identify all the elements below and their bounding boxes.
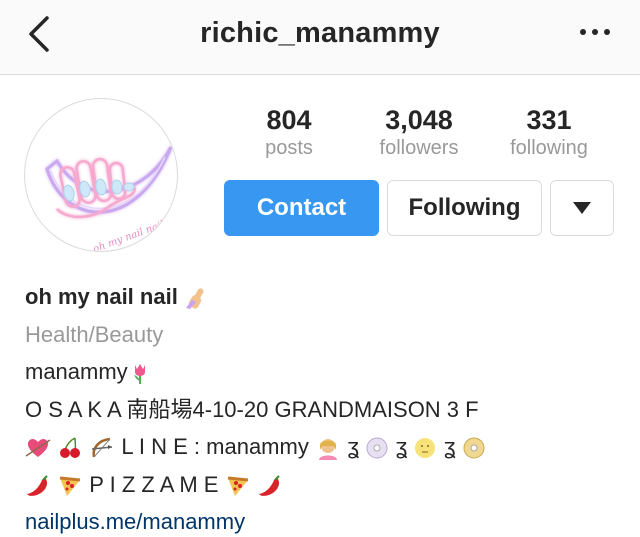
display-name: oh my nail nail <box>25 284 178 309</box>
pizza-icon <box>227 476 248 496</box>
tilde-decoration: ʓ <box>443 434 456 459</box>
profile-category: Health/Beauty <box>25 321 164 347</box>
tilde-decoration: ʓ <box>347 434 360 459</box>
suggested-accounts-dropdown-button[interactable] <box>550 180 614 236</box>
cd-disc-icon <box>463 437 485 459</box>
more-options-button[interactable] <box>580 22 610 42</box>
contact-button[interactable]: Contact <box>224 180 379 236</box>
following-label: following <box>510 137 588 159</box>
cherries-icon <box>60 437 81 459</box>
following-number: 331 <box>526 105 572 135</box>
website-link[interactable]: nailplus.me/manammy <box>25 509 245 534</box>
tulip-icon <box>133 364 145 385</box>
bio-text-4: P I Z Z A M E <box>89 471 219 497</box>
pizza-icon <box>59 476 81 496</box>
bow-and-arrow-icon <box>92 437 113 458</box>
followers-label: followers <box>379 137 459 159</box>
bio-line-3: L I N E : manammy ʓ ʓ ʓ <box>25 428 625 466</box>
posts-number: 804 <box>266 105 312 135</box>
profile-bio: oh my nail nail Health/Beauty manammy O … <box>25 278 625 537</box>
hot-pepper-icon <box>27 474 48 496</box>
tilde-decoration: ʓ <box>395 434 408 459</box>
bio-line-4: P I Z Z A M E <box>25 466 625 504</box>
bio-line-1: manammy <box>25 353 625 391</box>
following-count[interactable]: 331 following <box>484 103 614 159</box>
dot-icon <box>592 29 598 35</box>
followers-count[interactable]: 3,048 followers <box>354 103 484 159</box>
profile-username: richic_manammy <box>200 17 440 49</box>
top-nav-bar: richic_manammy <box>0 0 640 75</box>
following-button[interactable]: Following <box>387 180 542 236</box>
posts-count[interactable]: 804 posts <box>224 103 354 159</box>
followers-number: 3,048 <box>385 105 453 135</box>
moon-face-icon <box>415 438 436 459</box>
dot-icon <box>604 29 610 35</box>
bio-name-line: oh my nail nail <box>25 278 625 316</box>
nail-polish-icon <box>185 288 204 310</box>
hot-pepper-icon <box>258 474 280 496</box>
caret-down-icon <box>573 202 591 214</box>
avatar-logo-text: oh my nail nail <box>92 219 166 252</box>
bio-website-line: nailplus.me/manammy <box>25 503 625 537</box>
bio-line-2: O S A K A 南船場4-10-20 GRANDMAISON 3 F <box>25 396 479 422</box>
dot-icon <box>580 29 586 35</box>
bio-text-3: L I N E : manammy <box>121 434 309 459</box>
profile-avatar[interactable]: oh my nail nail <box>24 98 178 252</box>
person-tipping-hand-icon <box>318 439 337 461</box>
neon-nail-logo-image: oh my nail nail <box>45 146 173 252</box>
dvd-disc-icon <box>366 437 388 459</box>
heart-with-arrow-icon <box>25 439 51 458</box>
bio-text-1: manammy <box>25 359 128 384</box>
posts-label: posts <box>265 137 313 159</box>
